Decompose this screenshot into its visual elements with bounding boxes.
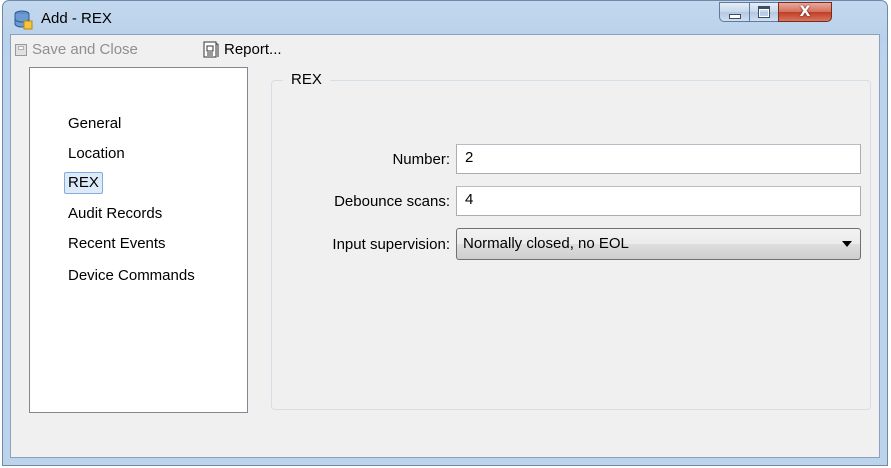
group-title: REX — [283, 71, 330, 88]
minimize-icon — [728, 13, 741, 19]
report-button[interactable]: Report... — [203, 41, 282, 58]
nav-item-audit-records[interactable]: Audit Records — [65, 204, 165, 224]
save-and-close-label: Save and Close — [32, 41, 138, 58]
close-button[interactable]: X — [778, 2, 832, 22]
window-title: Add - REX — [41, 10, 112, 27]
debounce-scans-field[interactable]: 4 — [456, 186, 861, 216]
database-icon — [14, 10, 33, 30]
report-label: Report... — [224, 41, 282, 58]
nav-item-general[interactable]: General — [65, 114, 124, 134]
debounce-scans-label: Debounce scans: — [334, 193, 450, 210]
app-window: Add - REX X Save and Close Report... Gen… — [2, 0, 888, 466]
minimize-button[interactable] — [719, 2, 750, 22]
maximize-button[interactable] — [749, 2, 779, 22]
input-supervision-label: Input supervision: — [332, 236, 450, 253]
nav-item-location[interactable]: Location — [65, 144, 128, 164]
maximize-icon — [758, 6, 770, 18]
close-icon: X — [799, 4, 811, 20]
save-and-close-button[interactable]: Save and Close — [15, 41, 138, 58]
report-icon — [203, 41, 219, 58]
input-supervision-select[interactable]: Normally closed, no EOL — [456, 228, 861, 260]
nav-item-recent-events[interactable]: Recent Events — [65, 234, 169, 254]
title-bar[interactable]: Add - REX X — [3, 1, 887, 35]
number-field[interactable]: 2 — [456, 144, 861, 174]
navigation-list: General Location REX Audit Records Recen… — [29, 67, 248, 413]
number-label: Number: — [392, 151, 450, 168]
chevron-down-icon — [842, 241, 852, 247]
nav-item-rex[interactable]: REX — [64, 172, 103, 194]
input-supervision-value: Normally closed, no EOL — [463, 235, 629, 252]
nav-item-device-commands[interactable]: Device Commands — [65, 266, 198, 286]
toolbar: Save and Close Report... — [11, 35, 879, 65]
floppy-disk-icon — [15, 43, 27, 56]
